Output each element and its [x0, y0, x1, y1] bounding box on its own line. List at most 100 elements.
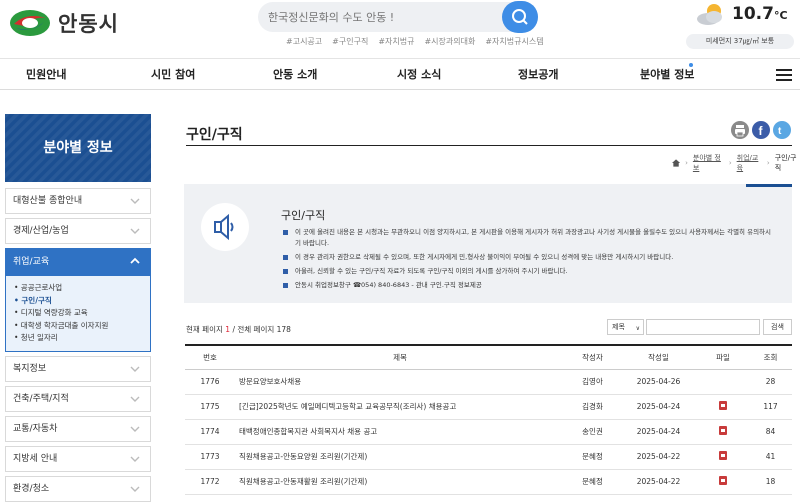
attachment-file-icon[interactable]	[719, 401, 727, 410]
post-file	[697, 469, 749, 495]
board-search-input[interactable]	[646, 319, 760, 335]
speaker-icon	[201, 203, 249, 251]
tag-link[interactable]: #자치법규시스템	[485, 36, 543, 47]
side-item[interactable]: 교통/자동차	[5, 415, 151, 442]
partly-cloudy-icon	[697, 4, 722, 25]
search-button[interactable]	[502, 1, 538, 33]
breadcrumb-link[interactable]: 취업/교육	[737, 153, 762, 173]
attachment-file-icon[interactable]	[719, 451, 727, 460]
nav-field-info[interactable]: 분야별 정보	[640, 66, 694, 82]
table-row: 1774 태백정애인종합복지관 사회복지사 채용 공고 송인권 2025-04-…	[185, 419, 792, 445]
notice-item: 이 경우 관리자 권한으로 삭제될 수 있으며, 또한 게시자에게 민,형사상 …	[281, 252, 776, 263]
post-views: 117	[749, 394, 792, 420]
post-number: 1774	[185, 419, 235, 445]
tag-link[interactable]: #시장과의대화	[424, 36, 475, 47]
chevron-down-icon: ∨	[635, 325, 640, 332]
print-icon[interactable]	[731, 121, 749, 139]
side-item[interactable]: 복지정보	[5, 355, 151, 382]
chevron-down-icon	[130, 456, 140, 462]
andong-logo-icon	[10, 10, 50, 36]
facebook-icon[interactable]: f	[752, 121, 770, 139]
notice-item: 이 곳에 올려진 내용은 본 시청과는 무관하오니 이점 양지하시고, 본 게시…	[281, 227, 776, 249]
chevron-down-icon	[130, 198, 140, 204]
col-header-date: 작성일	[620, 344, 697, 370]
chevron-down-icon	[130, 228, 140, 234]
chevron-up-icon	[130, 257, 140, 264]
submenu-item[interactable]: • 대학생 학자금대출 이자지원	[14, 320, 142, 333]
svg-text:f: f	[759, 124, 764, 138]
main-search	[258, 1, 538, 33]
post-views: 41	[749, 444, 792, 470]
notice-accent-bar	[746, 184, 792, 187]
site-logo[interactable]: 안동시	[8, 8, 119, 38]
post-title-link[interactable]: 직원채용공고-안동재활원 조리원(기간제)	[235, 469, 565, 495]
tag-link[interactable]: #고시공고	[286, 36, 322, 47]
side-item[interactable]: 지방세 안내	[5, 445, 151, 472]
main-search-input[interactable]	[268, 2, 488, 32]
page-info: 현재 페이지 1 / 전체 페이지 178	[186, 325, 291, 334]
attachment-file-icon[interactable]	[719, 476, 727, 485]
post-number: 1773	[185, 444, 235, 470]
side-item[interactable]: 환경/청소	[5, 475, 151, 502]
tag-link[interactable]: #구인구직	[332, 36, 368, 47]
post-title-link[interactable]: 태백정애인종합복지관 사회복지사 채용 공고	[235, 419, 565, 445]
notice-item: 안동시 취업정보창구 ☎054) 840-6843 - 관내 구인.구직 정보제…	[281, 280, 776, 291]
submenu-item[interactable]: • 디지털 역량강화 교육	[14, 307, 142, 320]
post-views: 28	[749, 369, 792, 395]
table-row: 1776 방문요양보호사채용 김영아 2025-04-26 28	[185, 369, 792, 395]
post-number: 1772	[185, 469, 235, 495]
post-author: 김영아	[565, 369, 620, 395]
post-date: 2025-04-24	[620, 394, 697, 420]
post-views: 18	[749, 469, 792, 495]
global-nav: 민원안내 시민 참여 안동 소개 시정 소식 정보공개 분야별 정보	[0, 58, 800, 90]
nav-citizen-participation[interactable]: 시민 참여	[151, 66, 195, 82]
nav-about-andong[interactable]: 안동 소개	[273, 66, 317, 82]
notice-box: 구인/구직 이 곳에 올려진 내용은 본 시청과는 무관하오니 이점 양지하시고…	[184, 184, 792, 303]
chevron-down-icon	[130, 396, 140, 402]
nav-civil-service[interactable]: 민원안내	[26, 66, 66, 82]
notice-list: 이 곳에 올려진 내용은 본 시청과는 무관하오니 이점 양지하시고, 본 게시…	[281, 227, 776, 294]
table-row: 1775 [긴급]2025학년도 예일메디텍고등학교 교육공무직(조리사) 채용…	[185, 394, 792, 420]
search-type-select[interactable]: 제목 ∨	[607, 319, 644, 335]
post-file	[697, 369, 749, 395]
twitter-icon[interactable]: t	[773, 121, 791, 139]
chevron-down-icon	[130, 426, 140, 432]
job-board-table: 번호 제목 작성자 작성일 파일 조회 1776 방문요양보호사채용 김영아 2…	[185, 344, 792, 495]
col-header-no: 번호	[185, 344, 235, 370]
attachment-file-icon[interactable]	[719, 426, 727, 435]
side-menu-title: 분야별 정보	[5, 114, 151, 182]
post-number: 1776	[185, 369, 235, 395]
submenu-item-current[interactable]: • 구인/구직	[14, 295, 142, 308]
post-title-link[interactable]: 방문요양보호사채용	[235, 369, 565, 395]
post-date: 2025-04-22	[620, 469, 697, 495]
side-item[interactable]: 건축/주택/지적	[5, 385, 151, 412]
logo-text: 안동시	[58, 12, 119, 36]
post-author: 김경화	[565, 394, 620, 420]
col-header-author: 작성자	[565, 344, 620, 370]
home-icon[interactable]	[672, 159, 681, 167]
breadcrumb-link[interactable]: 분야별 정보	[693, 153, 724, 173]
nav-info-disclosure[interactable]: 정보공개	[518, 66, 558, 82]
side-item-active[interactable]: 취업/교육	[5, 248, 151, 276]
post-title-link[interactable]: 직원채용공고-안동요양원 조리원(기간제)	[235, 444, 565, 470]
menu-icon[interactable]	[776, 69, 792, 81]
submenu-item[interactable]: • 공공근로사업	[14, 282, 142, 295]
search-tags: #고시공고 #구인구직 #자치법규 #시장과의대화 #자치법규시스템	[286, 36, 544, 47]
board-search-button[interactable]: 검색	[763, 319, 792, 335]
tag-link[interactable]: #자치법규	[378, 36, 414, 47]
notice-item: 아울러, 신뢰할 수 있는 구인/구직 자료가 되도록 구인/구직 이외의 게시…	[281, 266, 776, 277]
post-author: 문혜정	[565, 444, 620, 470]
chevron-down-icon	[130, 366, 140, 372]
submenu-item[interactable]: • 청년 일자리	[14, 332, 142, 345]
notice-title: 구인/구직	[281, 209, 326, 222]
side-item[interactable]: 대형산불 종합안내	[5, 188, 151, 214]
nav-city-news[interactable]: 시정 소식	[397, 66, 441, 82]
table-row: 1773 직원채용공고-안동요양원 조리원(기간제) 문혜정 2025-04-2…	[185, 444, 792, 470]
post-title-link[interactable]: [긴급]2025학년도 예일메디텍고등학교 교육공무직(조리사) 채용공고	[235, 394, 565, 420]
title-divider	[186, 145, 792, 146]
post-file	[697, 419, 749, 445]
post-date: 2025-04-26	[620, 369, 697, 395]
breadcrumb-current: 구인/구직	[774, 154, 797, 172]
side-item[interactable]: 경제/산업/농업	[5, 218, 151, 244]
post-date: 2025-04-22	[620, 444, 697, 470]
